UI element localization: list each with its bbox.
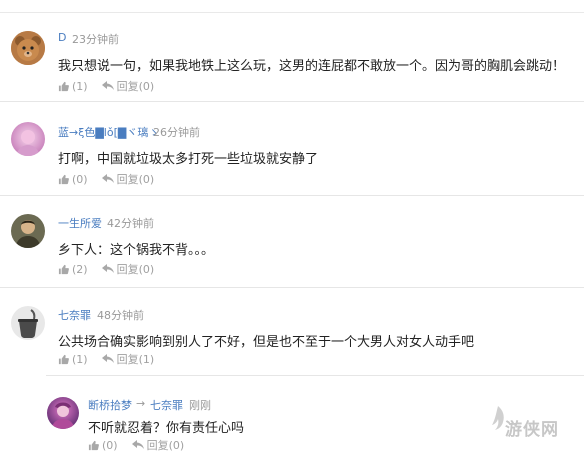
avatar[interactable] [11,31,45,65]
avatar[interactable] [47,397,79,429]
comment-text: 不听就忍着？你有责任心吗 [88,421,245,436]
reply-arrow-icon [131,440,144,449]
username[interactable]: 一生所爱 [58,215,102,231]
reply-button[interactable]: 回复(0) [101,171,155,187]
reply-arrow-icon [101,81,114,90]
like-button[interactable]: (2) [58,263,88,276]
like-button[interactable]: (1) [58,353,88,366]
comment-divider [0,195,584,196]
like-count: (1) [72,352,88,366]
reply-divider [46,375,584,376]
pink-avatar-icon [11,122,45,156]
reply-button[interactable]: 回复(0) [101,261,155,277]
reply-label: 回复(0) [116,173,155,186]
timestamp: 26分钟前 [153,126,200,139]
comment-divider [0,101,584,102]
timestamp: 23分钟前 [72,33,119,46]
reply-label: 回复(1) [116,353,155,366]
top-divider [0,12,584,13]
like-count: (0) [102,438,118,452]
timestamp: 48分钟前 [97,309,144,322]
like-button[interactable]: (1) [58,80,88,93]
username[interactable]: 七奈罪 [58,307,91,323]
timestamp: 刚刚 [189,399,211,412]
avatar[interactable] [11,214,45,248]
username[interactable]: D [58,31,66,44]
like-count: (1) [72,79,88,93]
timestamp: 42分钟前 [107,217,154,230]
avatar[interactable] [11,122,45,156]
bear-avatar-icon [11,31,45,65]
reply-label: 回复(0) [116,263,155,276]
thumbs-up-icon [58,81,69,91]
comment-text: 乡下人：这个锅我不背。。。 [58,243,215,258]
like-button[interactable]: (0) [88,439,118,452]
reply-username[interactable]: 断桥拾梦 [88,397,132,413]
like-count: (2) [72,262,88,276]
reply-arrow: → [136,397,146,410]
comment-text: 打啊，中国就垃圾太多打死一些垃圾就安静了 [58,152,319,167]
avatar[interactable] [11,306,45,340]
like-button[interactable]: (0) [58,173,88,186]
like-count: (0) [72,172,88,186]
comment-text: 公共场合确实影响到别人了不好，但是也不至于一个大男人对女人动手吧 [58,335,475,350]
comment-divider [0,287,584,288]
reply-arrow-icon [101,264,114,273]
anime-avatar-icon [47,397,79,429]
reply-arrow-icon [101,354,114,363]
reply-to-username[interactable]: 七奈罪 [150,397,183,413]
reply-button[interactable]: 回复(1) [101,351,155,367]
thumbs-up-icon [58,264,69,274]
thumbs-up-icon [58,354,69,364]
reply-button[interactable]: 回复(0) [101,78,155,94]
reply-button[interactable]: 回复(0) [131,437,185,453]
watermark-text: 游侠网 [505,420,559,440]
username[interactable]: 蓝→ξ色▇lǒ[▇ヾ璃ゝ [58,124,159,140]
reply-arrow-icon [101,174,114,183]
person-avatar-icon [11,214,45,248]
reply-label: 回复(0) [116,80,155,93]
thumbs-up-icon [88,440,99,450]
reply-label: 回复(0) [146,439,185,452]
pot-avatar-icon [11,306,45,340]
thumbs-up-icon [58,174,69,184]
comment-text: 我只想说一句，如果我地铁上这么玩，这男的连屁都不敢放一个。因为哥的胸肌会跳动！ [58,59,566,74]
